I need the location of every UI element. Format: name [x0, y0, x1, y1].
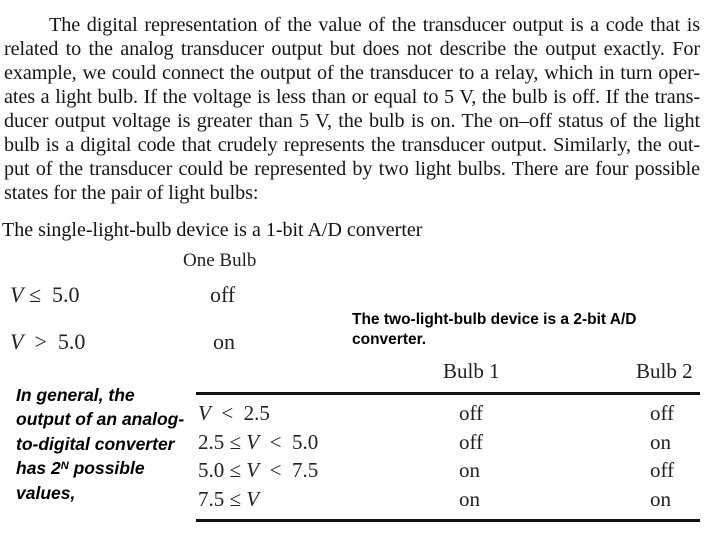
two-bulb-heading: The two-light-bulb device is a 2-bit A/D…: [352, 311, 637, 348]
bulb2-state: on: [650, 430, 671, 454]
paragraph-line: states for the pair of light bulbs:: [4, 182, 259, 204]
two-bulb-row: 2.5 ≤ V < 5.0 off on: [0, 430, 720, 458]
bulb-state: off: [210, 282, 236, 307]
paragraph-line: The digital representation of the value …: [49, 14, 700, 36]
bulb1-state: on: [459, 458, 480, 482]
intro-paragraph: The digital representation of the value …: [4, 13, 700, 205]
condition: V ≤ 5.0: [10, 282, 80, 307]
bulb2-column-header: Bulb 2: [636, 359, 693, 383]
bulb2-state: off: [650, 401, 675, 425]
one-bulb-column-header: One Bulb: [183, 250, 257, 271]
bulb2-state: on: [650, 487, 671, 511]
condition: 7.5 ≤ V: [198, 487, 260, 511]
bulb1-state: off: [459, 401, 484, 425]
table-top-rule: [196, 392, 700, 395]
two-bulb-row: 7.5 ≤ V on on: [0, 487, 720, 515]
paragraph-line: related to the analog transducer output …: [4, 38, 700, 60]
bulb2-state: off: [650, 458, 675, 482]
paragraph-line: put of the transducer could be represent…: [4, 158, 700, 180]
condition: 2.5 ≤ V < 5.0: [198, 430, 319, 454]
two-bulb-row: V < 2.5 off off: [0, 401, 720, 429]
bulb1-column-header: Bulb 1: [443, 359, 500, 383]
two-bulb-row: 5.0 ≤ V < 7.5 on off: [0, 458, 720, 486]
bulb1-state: off: [459, 430, 484, 454]
single-bulb-heading: The single-light-bulb device is a 1-bit …: [2, 219, 423, 241]
paragraph-line: ates a light bulb. If the voltage is les…: [4, 86, 700, 108]
bulb1-state: on: [459, 487, 480, 511]
bulb-state: on: [213, 329, 235, 354]
paragraph-line: example, we could connect the output of …: [4, 62, 700, 84]
paragraph-line: ducer output voltage is greater than 5 V…: [4, 110, 700, 132]
condition: V < 2.5: [198, 401, 270, 425]
table-bottom-rule: [196, 519, 700, 522]
condition: V > 5.0: [10, 329, 86, 354]
condition: 5.0 ≤ V < 7.5: [198, 458, 319, 482]
paragraph-line: bulb is a digital code that crudely repr…: [4, 134, 700, 156]
